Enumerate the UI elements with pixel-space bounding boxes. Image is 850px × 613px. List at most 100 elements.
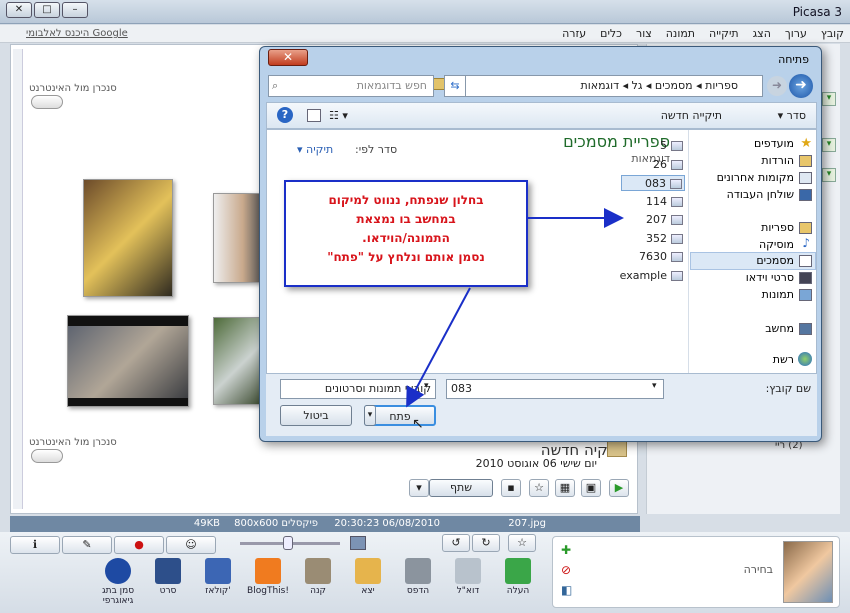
upload-icon[interactable]: ▣ xyxy=(581,479,601,497)
nav-desktop[interactable]: שולחן העבודה xyxy=(727,188,794,201)
add-to-album-icon[interactable]: ◧ xyxy=(561,583,579,599)
file-item[interactable]: 083 xyxy=(621,175,685,191)
google-signin-link[interactable]: היכנס לאלבומי Google xyxy=(26,28,128,39)
movie-button[interactable]: סרט xyxy=(146,558,190,610)
filename-dropdown-icon[interactable]: ▾ xyxy=(652,381,657,391)
file-item[interactable]: 7630 xyxy=(621,249,685,265)
upload-button[interactable]: העלה xyxy=(496,558,540,610)
new-folder-button[interactable]: תיקייה חדשה xyxy=(661,109,722,122)
sort-by-dropdown[interactable]: תיקיה ▾ xyxy=(297,143,333,156)
tag-icon[interactable]: ✎ xyxy=(62,536,112,554)
blogthis-button[interactable]: BlogThis! xyxy=(246,558,290,610)
file-item[interactable]: 26 xyxy=(621,157,685,173)
close-icon[interactable]: ✕ xyxy=(6,2,32,18)
email-button[interactable]: דוא"ל xyxy=(446,558,490,610)
nav-libraries[interactable]: ספריות xyxy=(761,221,794,234)
file-item[interactable]: example xyxy=(620,268,685,284)
collage-icon[interactable]: ▦ xyxy=(555,479,575,497)
file-item[interactable]: 207 xyxy=(621,212,685,228)
open-split-dropdown-icon[interactable]: ▾ xyxy=(364,405,376,426)
menu-file[interactable]: קובץ xyxy=(821,27,844,40)
people-icon[interactable]: ☺ xyxy=(166,536,216,554)
nav-pictures[interactable]: תמונות xyxy=(762,288,794,301)
sync-toggle-bottom[interactable] xyxy=(31,449,63,463)
preview-pane-icon[interactable] xyxy=(307,109,321,122)
help-icon[interactable]: ? xyxy=(277,107,293,123)
share-button[interactable]: שתף xyxy=(429,479,493,497)
geotag-pin-icon[interactable]: ● xyxy=(114,536,164,554)
sync-toggle-top[interactable] xyxy=(31,95,63,109)
crumb-samples[interactable]: דוגמאות xyxy=(580,79,619,92)
video-thumb[interactable] xyxy=(67,315,189,407)
expand-icon[interactable]: ▾ xyxy=(822,92,836,106)
share-dropdown-icon[interactable]: ▾ xyxy=(409,479,429,497)
save-icon[interactable]: ▪ xyxy=(501,479,521,497)
menu-view[interactable]: הצג xyxy=(753,27,771,40)
nav-network[interactable]: רשת xyxy=(773,353,794,366)
callout-line: נסמן אותם ונלחץ על "פתח" xyxy=(327,250,485,264)
nav-recent[interactable]: מקומות אחרונים xyxy=(717,171,794,184)
refresh-icon[interactable]: ⇆ xyxy=(444,75,466,97)
favorite-star-icon[interactable]: ☆ xyxy=(508,534,536,552)
network-icon xyxy=(798,352,812,366)
view-options-icon[interactable]: ☷ ▾ xyxy=(329,109,348,122)
menu-folder[interactable]: תיקייה xyxy=(709,27,739,40)
upload-tool-icon xyxy=(505,558,531,584)
zoom-slider-handle[interactable] xyxy=(283,536,293,550)
dialog-close-icon[interactable]: ✕ xyxy=(268,49,308,66)
hold-pin-icon[interactable]: ✚ xyxy=(561,543,579,559)
buy-button[interactable]: קנה xyxy=(296,558,340,610)
nav-favorites[interactable]: מועדפים xyxy=(754,137,794,150)
file-item[interactable]: 114 xyxy=(621,194,685,210)
crumb-documents[interactable]: מסמכים xyxy=(655,79,693,92)
expand-icon-2[interactable]: ▾ xyxy=(822,138,836,152)
search-input[interactable]: חפש בדוגמאות xyxy=(268,75,434,97)
photo-thumb-face[interactable] xyxy=(213,193,263,283)
file-item[interactable]: 352 xyxy=(621,231,685,247)
filetype-dropdown-icon[interactable]: ▾ xyxy=(424,381,429,391)
menu-create[interactable]: צור xyxy=(636,27,652,40)
crumb-libraries[interactable]: ספריות xyxy=(705,79,738,92)
print-button[interactable]: הדפס xyxy=(396,558,440,610)
maximize-icon[interactable]: □ xyxy=(34,2,60,18)
filetype-select[interactable]: קובצי תמונות וסרטונים xyxy=(280,379,436,399)
nav-videos[interactable]: סרטי וידאו xyxy=(746,271,794,284)
dialog-bottom: שם קובץ: 083 ▾ קובצי תמונות וסרטונים ▾ פ… xyxy=(266,374,817,436)
selected-thumb[interactable] xyxy=(783,541,833,603)
nav-documents[interactable]: מסמכים xyxy=(756,254,794,267)
photo-thumb-baby[interactable] xyxy=(83,179,173,297)
expand-icon-3[interactable]: ▾ xyxy=(822,168,836,182)
organize-button[interactable]: סדר ▾ xyxy=(778,109,806,122)
breadcrumb[interactable]: ספריות ◂ מסמכים ◂ גל ◂ דוגמאות xyxy=(450,75,763,97)
menu-help[interactable]: עזרה xyxy=(562,27,586,40)
collage-button[interactable]: קולאז' xyxy=(196,558,240,610)
minimize-icon[interactable]: – xyxy=(62,2,88,18)
export-button[interactable]: יצא xyxy=(346,558,390,610)
filename-input[interactable]: 083 xyxy=(446,379,664,399)
rotate-left-icon[interactable]: ↺ xyxy=(442,534,470,552)
cancel-button[interactable]: ביטול xyxy=(280,405,352,426)
sync-label-bottom: סנכרן מול האינטרנט xyxy=(29,437,117,448)
forward-arrow-icon[interactable]: ➜ xyxy=(767,76,787,96)
tool-label: סרט xyxy=(159,586,177,596)
geotag-button[interactable]: סמן בתג גיאוגרפי xyxy=(96,558,140,610)
nav-computer[interactable]: מחשב xyxy=(765,322,794,335)
play-icon[interactable]: ▶ xyxy=(609,479,629,497)
film-icon xyxy=(155,558,181,584)
nav-downloads[interactable]: הורדות xyxy=(761,154,794,167)
crumb-gal[interactable]: גל xyxy=(632,79,643,92)
back-arrow-icon[interactable]: ➜ xyxy=(789,74,813,98)
rotate-right-icon[interactable]: ↻ xyxy=(472,534,500,552)
info-icon[interactable]: ℹ xyxy=(10,536,60,554)
callout-line: במחשב בו נמצאת xyxy=(356,212,456,226)
menu-edit[interactable]: ערוך xyxy=(785,27,807,40)
blogger-icon xyxy=(255,558,281,584)
star-icon[interactable]: ☆ xyxy=(529,479,549,497)
menu-tools[interactable]: כלים xyxy=(600,27,622,40)
clear-icon[interactable]: ⊘ xyxy=(561,563,579,579)
file-item[interactable]: 5 xyxy=(621,138,685,154)
videos-icon xyxy=(799,272,812,284)
photo-thumb-cat[interactable] xyxy=(213,317,263,405)
nav-music[interactable]: מוסיקה xyxy=(759,238,794,251)
menu-picture[interactable]: תמונה xyxy=(666,27,695,40)
